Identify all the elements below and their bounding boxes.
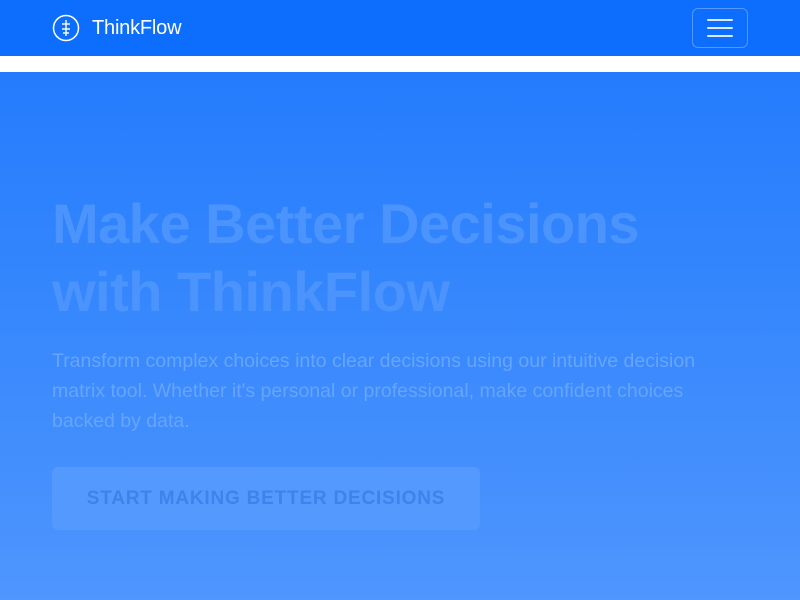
menu-toggle-button[interactable]	[692, 8, 748, 48]
brand-link[interactable]: ThinkFlow	[52, 14, 182, 42]
hero-title: Make Better Decisions with ThinkFlow	[52, 192, 640, 323]
start-making-decisions-button[interactable]: START MAKING BETTER DECISIONS	[52, 467, 480, 530]
hero-subtitle: Transform complex choices into clear dec…	[52, 350, 696, 432]
hero-section: Make Better Decisions with ThinkFlow Tra…	[0, 72, 800, 600]
hamburger-menu-icon	[707, 19, 733, 37]
top-navbar: ThinkFlow	[0, 0, 800, 56]
brand-name: ThinkFlow	[92, 16, 182, 39]
compass-icon	[52, 14, 80, 42]
navbar-spacer	[0, 56, 800, 72]
